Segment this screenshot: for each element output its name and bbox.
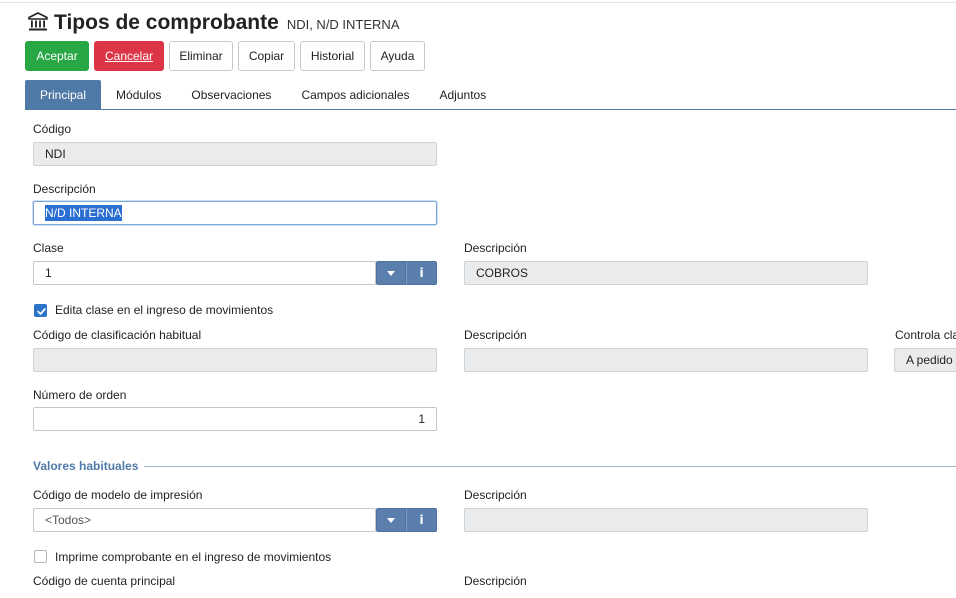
cod-clasificacion-label: Código de clasificación habitual (33, 328, 202, 342)
toolbar: Aceptar Cancelar Eliminar Copiar Histori… (25, 41, 425, 71)
chevron-down-icon (387, 270, 395, 276)
edita-clase-label: Edita clase en el ingreso de movimientos (55, 303, 274, 317)
info-icon: i (419, 513, 424, 527)
imprime-comprobante-checkbox[interactable] (34, 550, 47, 563)
cuenta-principal-label: Código de cuenta principal (33, 574, 176, 588)
controla-clasificacion-field[interactable]: A pedido (894, 348, 956, 372)
descripcion-field[interactable]: N/D INTERNA (33, 201, 437, 225)
clasificacion-descripcion-label: Descripción (464, 328, 527, 342)
tab-bar: Principal Módulos Observaciones Campos a… (25, 80, 956, 110)
clasificacion-descripcion-field[interactable] (464, 348, 868, 372)
aceptar-button[interactable]: Aceptar (25, 41, 89, 71)
modelo-impresion-label: Código de modelo de impresión (33, 488, 203, 502)
copiar-button[interactable]: Copiar (238, 41, 295, 71)
descripcion-label: Descripción (33, 182, 96, 196)
controla-clasificacion-label: Controla cla (895, 328, 956, 342)
cuenta-descripcion-label: Descripción (464, 574, 527, 588)
section-divider (144, 465, 956, 467)
modelo-impresion-field[interactable]: <Todos> (33, 508, 376, 532)
cancelar-button[interactable]: Cancelar (94, 41, 164, 71)
clase-descripcion-field[interactable]: COBROS (464, 261, 868, 285)
edita-clase-checkbox[interactable] (34, 304, 47, 317)
numero-orden-label: Número de orden (33, 388, 127, 402)
tab-principal[interactable]: Principal (25, 80, 102, 109)
clase-info-button[interactable]: i (406, 261, 437, 285)
bank-icon (28, 12, 48, 31)
tab-modulos[interactable]: Módulos (101, 80, 176, 109)
check-icon (37, 308, 46, 315)
clase-dropdown-button[interactable] (376, 261, 406, 285)
page: Tipos de comprobante NDI, N/D INTERNA Ac… (0, 0, 956, 598)
tab-campos-adicionales[interactable]: Campos adicionales (286, 80, 424, 109)
modelo-impresion-info-button[interactable]: i (406, 508, 437, 532)
page-title: Tipos de comprobante (54, 11, 279, 34)
imprime-comprobante-label: Imprime comprobante en el ingreso de mov… (55, 550, 332, 564)
clase-label: Clase (33, 241, 64, 255)
clase-field[interactable]: 1 (33, 261, 376, 285)
chevron-down-icon (387, 517, 395, 523)
numero-orden-field[interactable]: 1 (33, 407, 437, 431)
top-divider (0, 2, 956, 3)
cancelar-label: Cancelar (104, 49, 154, 63)
info-icon: i (419, 266, 424, 280)
descripcion-value: N/D INTERNA (45, 205, 122, 221)
valores-habituales-section: Valores habituales (33, 459, 956, 473)
modelo-impresion-dropdown-button[interactable] (376, 508, 406, 532)
eliminar-button[interactable]: Eliminar (169, 41, 233, 71)
page-header: Tipos de comprobante NDI, N/D INTERNA (28, 9, 399, 35)
section-title: Valores habituales (33, 459, 139, 473)
modelo-descripcion-field[interactable] (464, 508, 868, 532)
codigo-field[interactable]: NDI (33, 142, 437, 166)
tab-observaciones[interactable]: Observaciones (176, 80, 286, 109)
cod-clasificacion-field[interactable] (33, 348, 437, 372)
historial-button[interactable]: Historial (300, 41, 365, 71)
clase-descripcion-label: Descripción (464, 241, 527, 255)
modelo-descripcion-label: Descripción (464, 488, 527, 502)
page-subtitle: NDI, N/D INTERNA (286, 17, 400, 32)
tab-adjuntos[interactable]: Adjuntos (425, 80, 502, 109)
codigo-label: Código (33, 122, 72, 136)
ayuda-button[interactable]: Ayuda (370, 41, 425, 71)
